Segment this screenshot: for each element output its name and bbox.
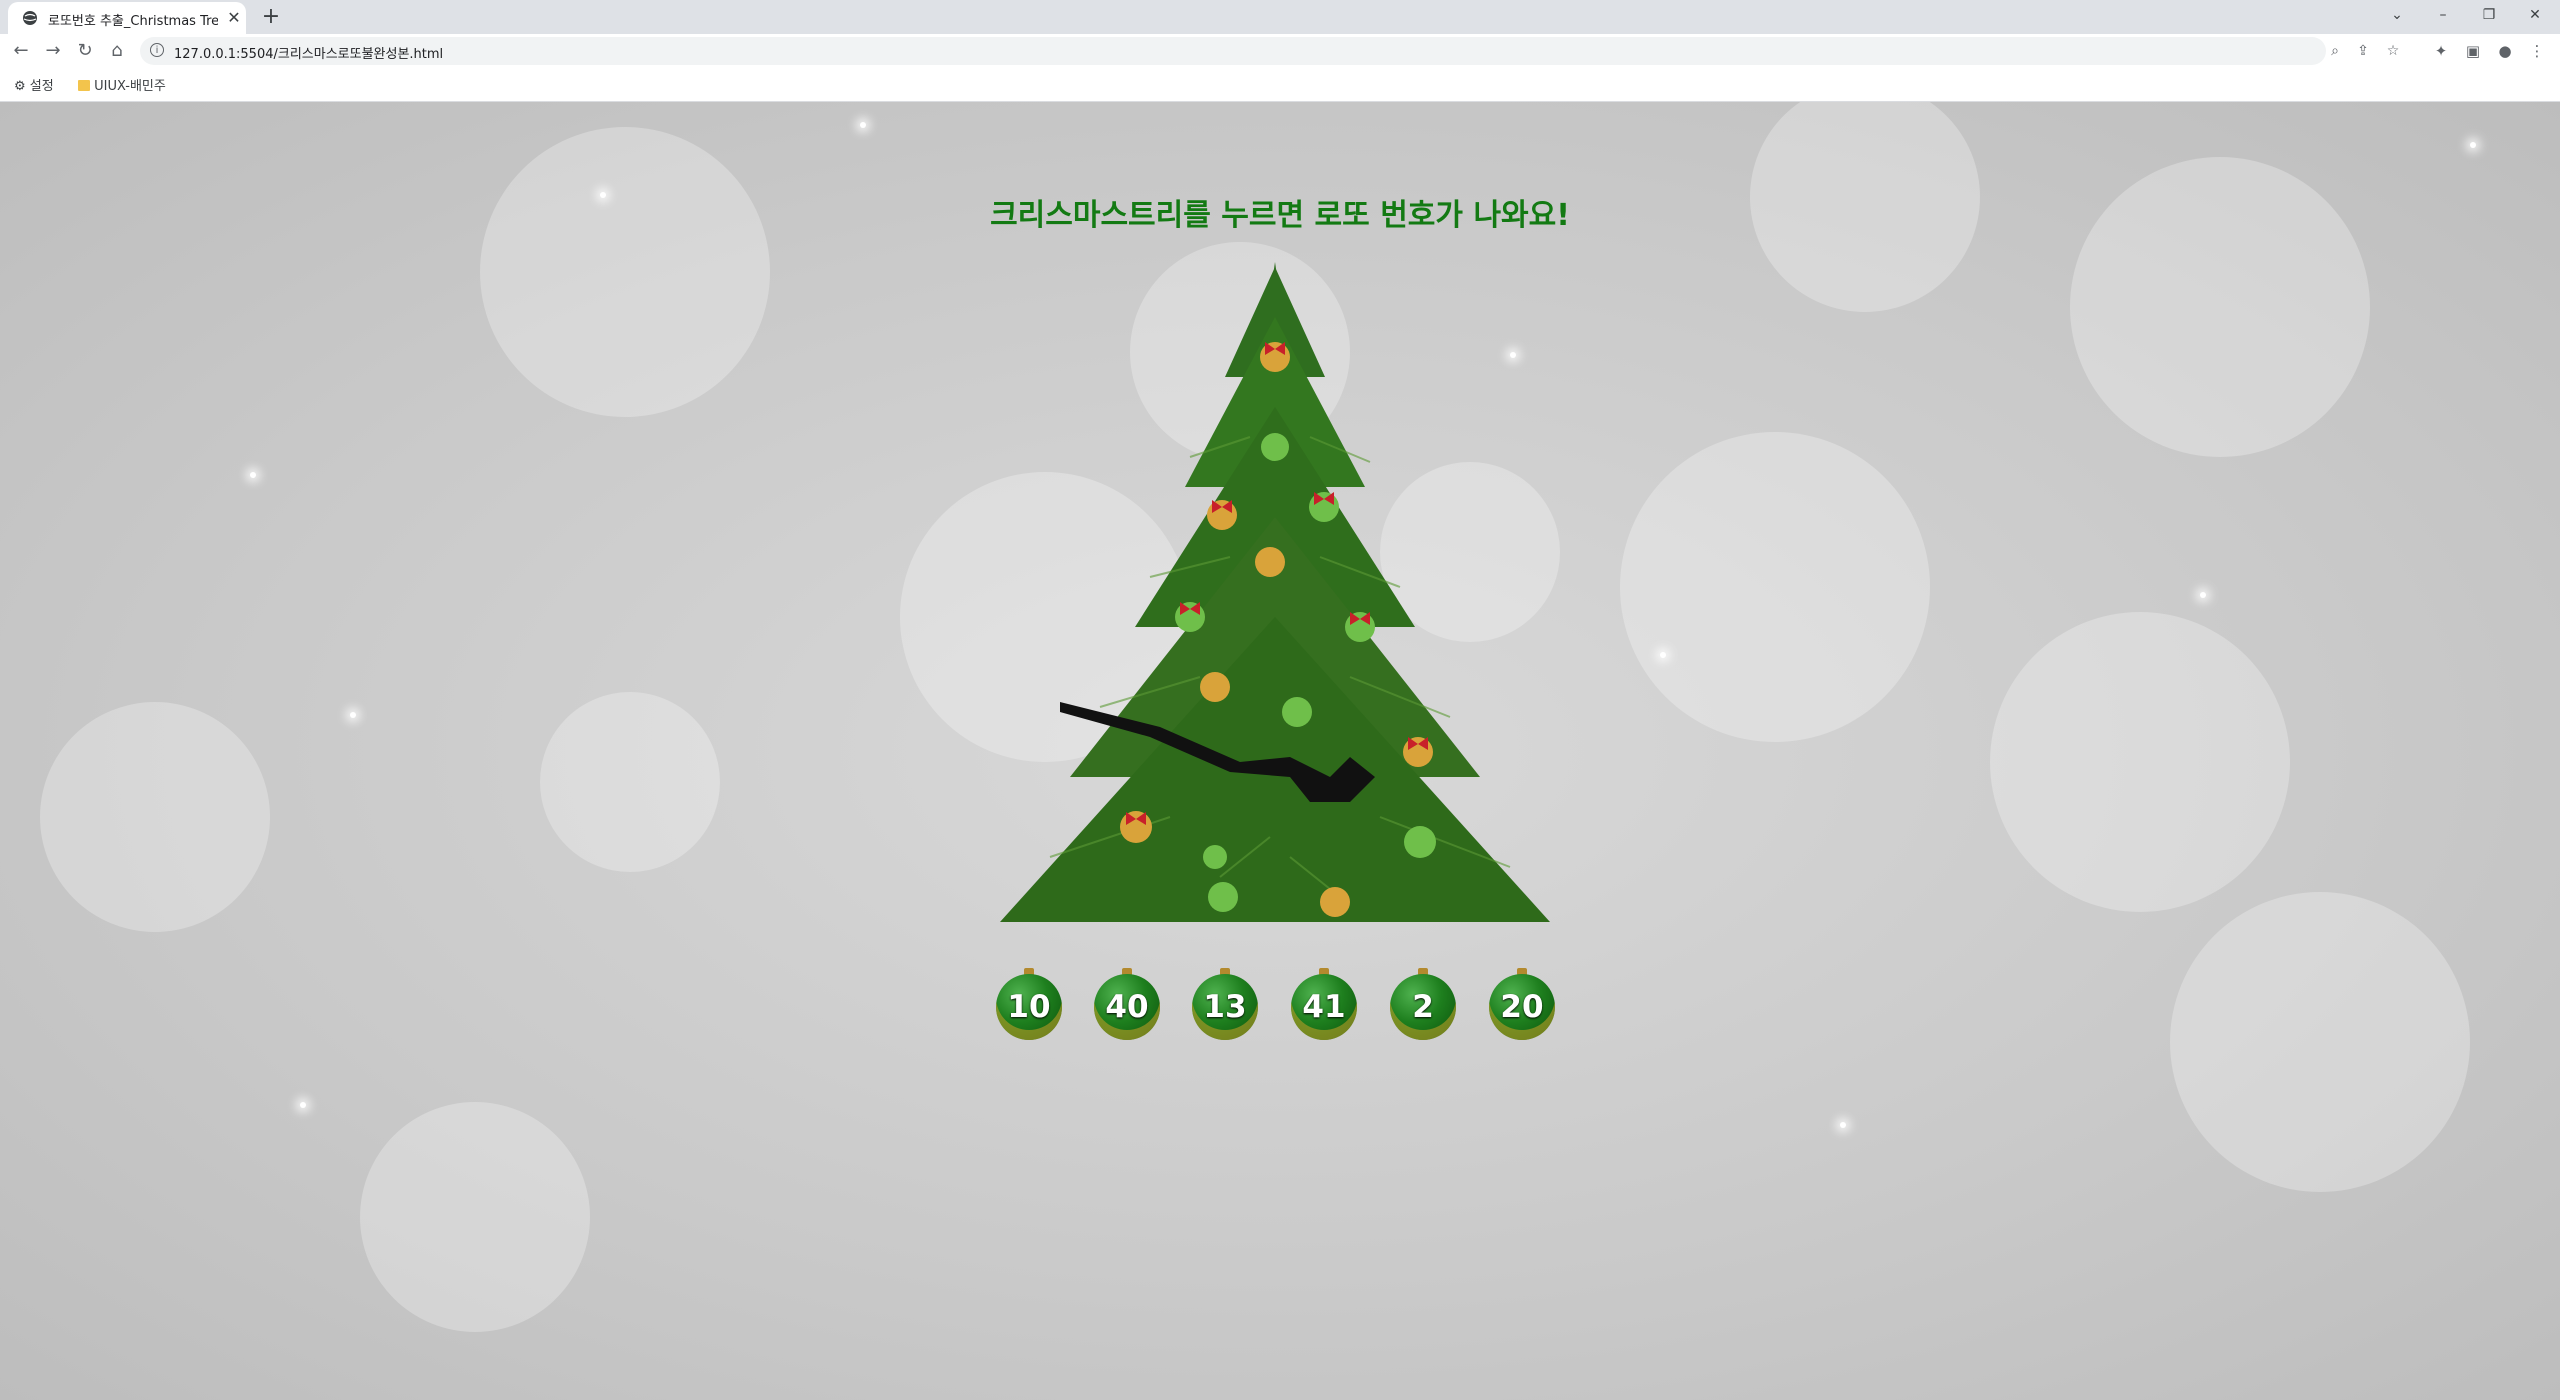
christmas-tree-button[interactable] — [990, 257, 1560, 957]
globe-icon — [23, 11, 37, 25]
bokeh-light — [360, 1102, 590, 1332]
bookmark-label: 설정 — [29, 79, 54, 94]
bokeh-light — [2170, 892, 2470, 1192]
lotto-number: 41 — [1302, 989, 1346, 1025]
info-icon[interactable]: i — [150, 43, 164, 57]
new-tab-button[interactable]: + — [258, 4, 284, 30]
sparkle — [2470, 142, 2476, 148]
bookmark-star-icon[interactable]: ☆ — [2384, 42, 2402, 60]
sparkle — [350, 712, 356, 718]
side-panel-icon[interactable]: ▣ — [2462, 40, 2484, 62]
lotto-ball: 40 — [1094, 968, 1160, 1040]
bookmark-label: UIUX-배민주 — [94, 79, 166, 94]
lotto-ball: 2 — [1390, 968, 1456, 1040]
bookmark-settings[interactable]: ⚙ 설정 — [14, 75, 54, 94]
url-text: 127.0.0.1:5504/크리스마스로또불완성본.html — [174, 47, 444, 62]
lotto-ball: 10 — [996, 968, 1062, 1040]
bokeh-light — [540, 692, 720, 872]
bokeh-light — [2070, 157, 2370, 457]
restore-button[interactable]: ❐ — [2466, 0, 2512, 30]
bokeh-light — [40, 702, 270, 932]
bokeh-light — [1620, 432, 1930, 742]
reload-button[interactable]: ↻ — [72, 38, 98, 64]
bokeh-light — [1750, 102, 1980, 312]
tab-strip: 로또번호 추출_Christmas Tree.w ✕ + ⌄ – ❐ ✕ — [0, 0, 2560, 34]
address-bar[interactable]: i 127.0.0.1:5504/크리스마스로또불완성본.html ⌕ ⇪ ☆ — [140, 37, 2399, 65]
toolbar: ← → ↻ ⌂ i 127.0.0.1:5504/크리스마스로또불완성본.htm… — [0, 34, 2560, 68]
sparkle — [2200, 592, 2206, 598]
sparkle — [600, 192, 606, 198]
lotto-ball: 20 — [1489, 968, 1555, 1040]
sparkle — [250, 472, 256, 478]
forward-button[interactable]: → — [40, 38, 66, 64]
folder-icon — [78, 80, 90, 91]
page-content: 크리스마스트리를 누르면 로또 번호가 나와요! 10 40 13 41 2 2… — [0, 102, 2560, 1400]
sparkle — [860, 122, 866, 128]
home-button[interactable]: ⌂ — [104, 38, 130, 64]
lotto-ball: 41 — [1291, 968, 1357, 1040]
lotto-number: 10 — [1007, 989, 1051, 1025]
sparkle — [1660, 652, 1666, 658]
page-title: 크리스마스트리를 누르면 로또 번호가 나와요! — [990, 198, 1570, 233]
minimize-button[interactable]: – — [2420, 0, 2466, 30]
zoom-icon[interactable]: ⌕ — [2326, 42, 2344, 60]
gear-icon: ⚙ — [14, 79, 26, 94]
bookmarks-bar: ⚙ 설정 UIUX-배민주 — [0, 68, 2560, 102]
bokeh-light — [1990, 612, 2290, 912]
back-button[interactable]: ← — [8, 38, 34, 64]
profile-avatar-icon[interactable]: ● — [2494, 40, 2516, 62]
tab-active[interactable]: 로또번호 추출_Christmas Tree.w ✕ — [8, 2, 246, 34]
lotto-number: 13 — [1203, 989, 1247, 1025]
sparkle — [1840, 1122, 1846, 1128]
lotto-ball: 13 — [1192, 968, 1258, 1040]
menu-icon[interactable]: ⋮ — [2526, 40, 2548, 62]
window-close-button[interactable]: ✕ — [2512, 0, 2558, 30]
close-icon[interactable]: ✕ — [224, 8, 244, 28]
tab-title: 로또번호 추출_Christmas Tree.w — [48, 14, 218, 29]
extensions-icon[interactable]: ✦ — [2430, 40, 2452, 62]
tab-search-chevron-icon[interactable]: ⌄ — [2374, 0, 2420, 30]
bokeh-light — [480, 127, 770, 417]
browser-chrome: 로또번호 추출_Christmas Tree.w ✕ + ⌄ – ❐ ✕ ← →… — [0, 0, 2560, 102]
lotto-number: 40 — [1105, 989, 1149, 1025]
lotto-number: 20 — [1500, 989, 1544, 1025]
lotto-number: 2 — [1412, 989, 1434, 1025]
share-icon[interactable]: ⇪ — [2354, 42, 2372, 60]
sparkle — [300, 1102, 306, 1108]
bookmark-folder[interactable]: UIUX-배민주 — [78, 75, 166, 94]
